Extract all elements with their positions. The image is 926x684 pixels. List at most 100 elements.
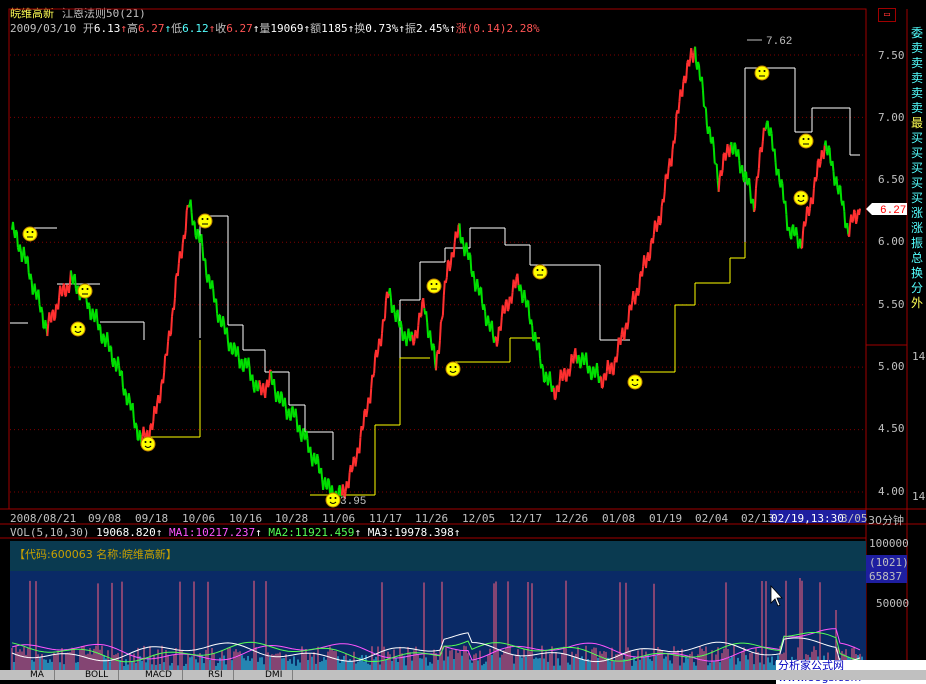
price-segment [787,229,788,231]
price-segment [813,188,814,204]
price-segment [160,385,161,401]
stock-info-box: 【代码:600063 名称:皖维高新】 [14,546,177,562]
price-segment [212,280,213,289]
price-segment [354,457,355,458]
smiley-face [141,437,155,451]
price-segment [755,188,756,208]
smiley-eye [537,269,539,271]
price-segment [318,459,319,473]
price-segment [580,364,581,368]
ma1-label: MA1: [169,526,196,539]
price-segment [403,339,404,341]
restore-window-icon[interactable]: ▭ [878,8,896,22]
price-segment [665,175,666,192]
price-segment [854,210,855,213]
smiley-eye [803,195,805,197]
price-segment [509,297,510,310]
vol-indicator-name: VOL(5,10,30) [10,526,89,539]
price-segment [136,423,137,426]
price-segment [396,312,397,322]
smiley-face [326,493,340,507]
price-segment [742,165,743,178]
smiley-eye [330,497,332,499]
tab-ma[interactable]: MA [20,670,55,680]
price-segment [610,366,611,374]
price-segment [96,309,97,321]
price-segment [559,382,560,392]
smiley-eye [637,379,639,381]
price-segment [590,367,591,380]
price-segment [347,481,348,487]
price-segment [385,300,386,318]
price-segment [35,284,36,292]
price-segment [205,259,206,275]
price-segment [537,345,538,351]
date-label: 02/04 [695,512,728,525]
price-segment [618,338,619,353]
price-segment [802,231,803,248]
smiley-face [23,227,37,241]
ma3-label: MA3: [368,526,395,539]
price-segment [556,386,557,399]
price-segment [171,317,172,335]
price-segment [520,285,521,291]
price-segment [198,229,199,231]
price-chart[interactable]: 7.62 3.95 6.27 [0,0,926,680]
price-segment [603,374,604,387]
price-segment [840,186,841,201]
smiley-signal-icon [78,284,92,298]
tab-dmi[interactable]: DMI [255,670,293,680]
price-segment [220,315,221,327]
price-segment [675,134,676,144]
price-segment [738,149,739,160]
smiley-signal-icon [198,214,212,228]
price-segment [729,145,730,157]
price-segment [441,319,442,322]
price-segment [569,368,570,377]
price-segment [370,388,371,403]
smiley-signal-icon [794,191,808,205]
tab-macd[interactable]: MACD [135,670,183,680]
price-segment [624,327,625,340]
price-segment [698,62,699,66]
smiley-signal-icon [755,66,769,80]
side-quote-label: 委 [908,26,926,41]
tab-rsi[interactable]: RSI [198,670,234,680]
price-segment [751,201,752,203]
price-segment [750,189,751,204]
price-segment [446,278,447,283]
ma2-arrow: ↑ [354,526,361,539]
smiley-signal-icon [427,279,441,293]
date-label: 10/28 [275,512,308,525]
price-segment [450,265,451,271]
price-segment [49,312,50,319]
price-segment [75,274,76,288]
price-segment [66,285,67,297]
tab-boll[interactable]: BOLL [75,670,119,680]
volume-axis-mid: 50000 [876,597,909,610]
price-segment [501,317,502,331]
period-selector[interactable]: 30分钟 [868,512,904,528]
side-quote-panel: 委卖卖卖卖卖最买买买买买涨涨振总换分外 [908,26,926,311]
price-segment [573,353,574,363]
price-segment [289,409,290,419]
price-segment [100,326,101,341]
price-segment [772,134,773,150]
price-segment [554,388,555,400]
price-segment [401,321,402,327]
price-line [12,47,860,505]
price-segment [516,277,517,288]
price-segment [631,300,632,310]
price-segment [42,313,43,329]
price-segment [227,328,228,341]
price-segment [430,330,431,342]
price-segment [621,335,622,345]
smiley-eye [80,326,82,328]
price-segment [269,370,270,384]
price-segment [796,227,797,235]
price-segment [849,222,850,236]
price-segment [691,48,692,55]
price-segment [394,305,395,315]
price-segment [31,274,32,281]
price-segment [392,311,393,313]
